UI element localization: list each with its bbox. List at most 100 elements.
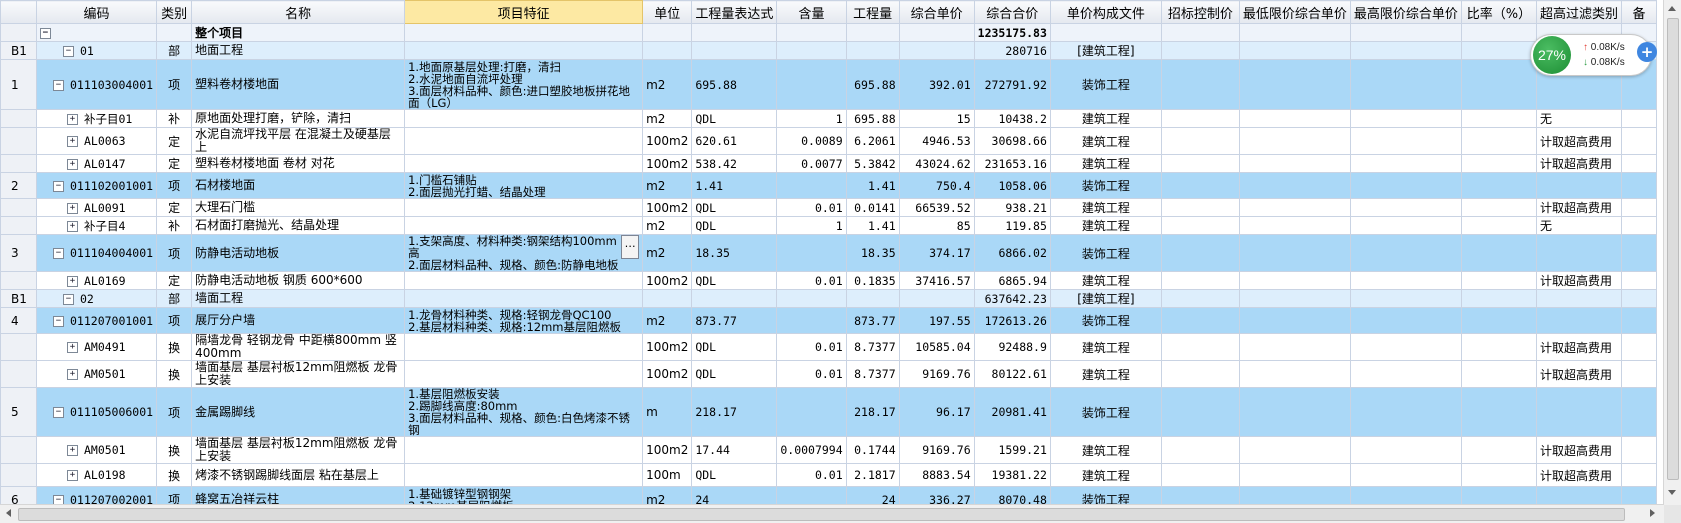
ratio-cell[interactable] (1460, 109, 1537, 128)
ratio-cell[interactable] (1460, 41, 1537, 60)
row-number[interactable] (0, 127, 37, 155)
max-price-cell[interactable] (1349, 289, 1462, 308)
ratio-cell[interactable] (1460, 198, 1537, 217)
min-price-cell[interactable] (1238, 59, 1351, 110)
unit-cell[interactable]: 100m (642, 463, 693, 487)
remark-cell[interactable] (1620, 127, 1657, 155)
quantity-cell[interactable]: 0.1835 (845, 271, 900, 290)
scroll-up-icon[interactable] (1668, 6, 1676, 11)
control-price-cell[interactable] (1160, 41, 1240, 60)
type-cell[interactable]: 项 (156, 387, 193, 437)
unit-price-cell[interactable]: 43024.62 (898, 154, 975, 173)
control-price-cell[interactable] (1160, 109, 1240, 128)
code-cell[interactable]: −011102001001 (35, 172, 158, 199)
unit-cell[interactable]: m2 (642, 59, 693, 110)
expand-icon[interactable]: + (67, 470, 78, 481)
type-cell[interactable]: 补 (156, 109, 193, 128)
price-file-cell[interactable]: 装饰工程 (1049, 59, 1162, 110)
expand-icon[interactable]: + (67, 275, 78, 287)
filter-cell[interactable]: 计取超高费用 (1535, 271, 1622, 290)
bill-item-row[interactable]: 5−011105006001 项金属踢脚线 1.基层阻燃板安装 2.踢脚线高度:80… (0, 387, 1657, 437)
expand-icon[interactable]: + (67, 342, 78, 353)
horizontal-scroll-thumb[interactable] (18, 508, 1625, 521)
name-cell[interactable]: 隔墙龙骨 轻钢龙骨 中距横800mm 竖400mm (191, 333, 406, 361)
bill-item-row[interactable]: 1−011103004001 项塑料卷材楼地面 1.地面原基层处理:打磨，清扫 2.… (0, 59, 1657, 110)
expand-icon[interactable]: + (67, 445, 78, 456)
max-price-cell[interactable] (1349, 127, 1462, 155)
ratio-cell[interactable] (1460, 360, 1537, 388)
price-file-cell[interactable]: 装饰工程 (1049, 387, 1162, 437)
plus-icon[interactable]: + (1637, 42, 1657, 62)
quantity-cell[interactable] (845, 41, 900, 60)
name-cell[interactable]: 墙面工程 (191, 289, 406, 308)
col-unit[interactable]: 单位 (642, 0, 693, 24)
row-number[interactable]: B1 (0, 41, 37, 60)
type-cell[interactable]: 定 (156, 198, 193, 217)
feature-cell[interactable] (404, 109, 644, 128)
section-row[interactable]: B1−02 部墙面工程 637642.23 [建筑工程] (0, 289, 1657, 308)
unit-cell[interactable]: 100m2 (642, 127, 693, 155)
row-number[interactable]: 3 (0, 234, 37, 272)
name-cell[interactable]: 防静电活动地板 钢质 600*600 (191, 271, 406, 290)
total-price-cell[interactable]: 938.21 (973, 198, 1051, 217)
max-price-cell[interactable] (1349, 486, 1462, 505)
quantity-cell[interactable]: 2.1817 (845, 463, 900, 487)
price-file-cell[interactable]: 装饰工程 (1049, 486, 1162, 505)
content-cell[interactable]: 1 (776, 216, 847, 235)
ratio-cell[interactable] (1460, 216, 1537, 235)
feature-cell[interactable] (404, 289, 644, 308)
expression-cell[interactable] (691, 289, 778, 308)
total-price-cell[interactable]: 30698.66 (973, 127, 1051, 155)
collapse-icon[interactable]: − (63, 45, 74, 57)
code-cell[interactable]: + AL0147 (35, 154, 158, 173)
code-cell[interactable]: + AL0198 (35, 463, 158, 487)
max-price-cell[interactable] (1349, 109, 1462, 128)
tree-toggle-cell[interactable]: − (35, 23, 158, 42)
remark-cell[interactable] (1620, 198, 1657, 217)
content-cell[interactable]: 0.0007994 (776, 436, 847, 464)
feature-cell[interactable] (404, 360, 644, 388)
price-file-cell[interactable]: 建筑工程 (1049, 436, 1162, 464)
remark-cell[interactable] (1620, 216, 1657, 235)
expression-cell[interactable]: 873.77 (691, 307, 778, 334)
price-file-cell[interactable]: 建筑工程 (1049, 360, 1162, 388)
project-total[interactable]: 1235175.83 (973, 23, 1051, 42)
project-label[interactable]: 整个项目 (191, 23, 406, 42)
code-cell[interactable]: + 补子目4 (35, 216, 158, 235)
quantity-cell[interactable]: 6.2061 (845, 127, 900, 155)
col-max-price[interactable]: 最高限价综合单价 (1349, 0, 1462, 24)
quota-row[interactable]: + AL0169 定防静电活动地板 钢质 600*600 100m2 QDL 0.01 0.… (0, 271, 1657, 290)
content-cell[interactable] (776, 172, 847, 199)
name-cell[interactable]: 水泥自流坪找平层 在混凝土及硬基层上 (191, 127, 406, 155)
max-price-cell[interactable] (1349, 307, 1462, 334)
name-cell[interactable]: 原地面处理打磨，铲除，清扫 (191, 109, 406, 128)
remark-cell[interactable] (1620, 486, 1657, 505)
control-price-cell[interactable] (1160, 198, 1240, 217)
min-price-cell[interactable] (1238, 234, 1351, 272)
remark-cell[interactable] (1620, 172, 1657, 199)
collapse-icon[interactable]: − (53, 407, 64, 418)
code-cell[interactable]: + 补子目01 (35, 109, 158, 128)
type-cell[interactable]: 换 (156, 463, 193, 487)
vertical-scrollbar[interactable] (1663, 0, 1681, 505)
unit-price-cell[interactable]: 15 (898, 109, 975, 128)
scroll-right-icon[interactable] (1650, 509, 1655, 517)
ratio-cell[interactable] (1460, 172, 1537, 199)
min-price-cell[interactable] (1238, 463, 1351, 487)
name-cell[interactable]: 防静电活动地板 (191, 234, 406, 272)
remark-cell[interactable] (1620, 333, 1657, 361)
unit-cell[interactable]: 100m2 (642, 333, 693, 361)
filter-cell[interactable] (1535, 289, 1622, 308)
row-number[interactable]: B1 (0, 289, 37, 308)
ratio-cell[interactable] (1460, 486, 1537, 505)
scroll-left-icon[interactable] (6, 509, 11, 517)
unit-cell[interactable]: 100m2 (642, 360, 693, 388)
price-file-cell[interactable]: 建筑工程 (1049, 198, 1162, 217)
quantity-cell[interactable] (845, 289, 900, 308)
code-cell[interactable]: + AL0091 (35, 198, 158, 217)
type-cell[interactable]: 项 (156, 59, 193, 110)
col-control-price[interactable]: 招标控制价 (1160, 0, 1240, 24)
expand-icon[interactable]: + (67, 136, 78, 147)
quota-row[interactable]: + AM0501 换墙面基层 基层衬板12mm阻燃板 龙骨上安装 100m2 17.44… (0, 436, 1657, 464)
filter-cell[interactable]: 计取超高费用 (1535, 127, 1622, 155)
